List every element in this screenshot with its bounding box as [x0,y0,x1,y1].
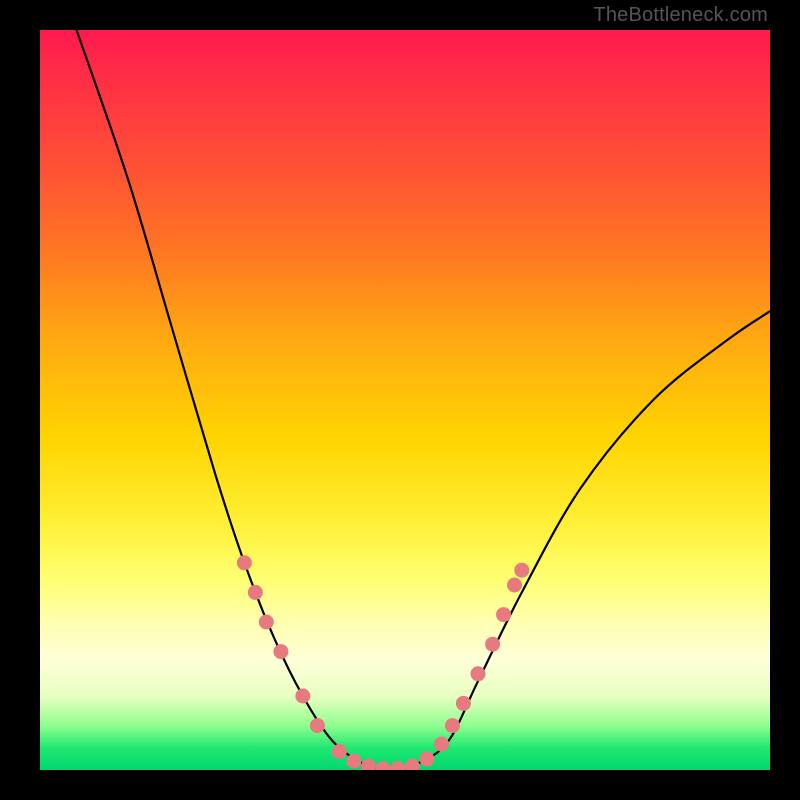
data-marker [361,759,376,770]
data-marker [295,689,310,704]
data-marker [471,666,486,681]
data-marker [434,737,449,752]
data-marker [273,644,288,659]
data-marker [259,615,274,630]
chart-frame: TheBottleneck.com [0,0,800,800]
bottleneck-curve-path [77,30,771,770]
data-marker [390,761,405,770]
data-marker [376,761,391,770]
data-marker [419,751,434,766]
watermark-text: TheBottleneck.com [593,4,768,27]
bottleneck-curve-svg [40,30,770,770]
data-marker [405,759,420,770]
data-marker [507,578,522,593]
data-marker [456,696,471,711]
data-marker [310,718,325,733]
data-marker [445,718,460,733]
marker-group [237,555,529,770]
data-marker [346,754,361,769]
data-marker [248,585,263,600]
data-marker [237,555,252,570]
data-marker [496,607,511,622]
data-marker [332,744,347,759]
data-marker [514,563,529,578]
data-marker [485,637,500,652]
plot-area [40,30,770,770]
